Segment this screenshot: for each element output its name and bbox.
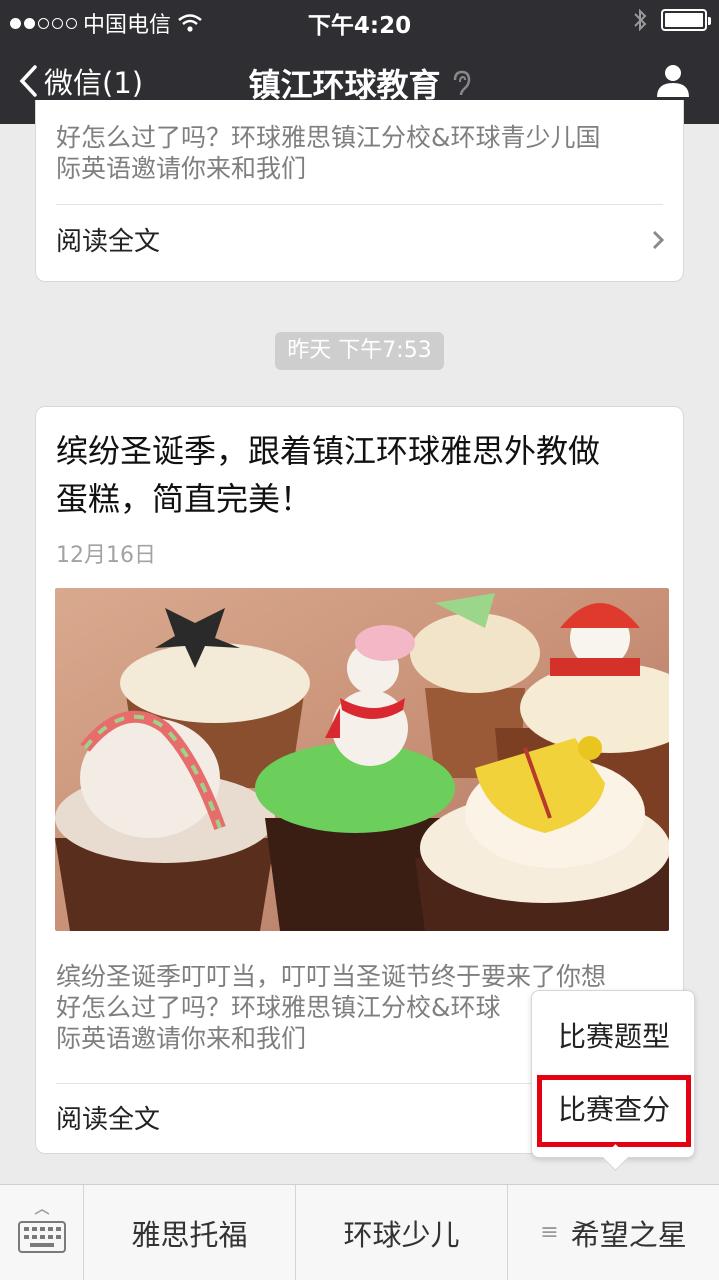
page-title-text: 镇江环球教育 — [248, 66, 441, 104]
menu-button-star-of-hope[interactable]: ≡ 希望之星 — [508, 1185, 719, 1280]
read-more-label: 阅读全文 — [56, 227, 161, 257]
read-more-label: 阅读全文 — [56, 1105, 161, 1135]
message-timestamp: 昨天 下午7:53 — [275, 332, 444, 370]
menu-button-ielts-toefl[interactable]: 雅思托福 — [84, 1185, 296, 1280]
menu-button-label: 希望之星 — [570, 1217, 687, 1252]
keyboard-icon — [17, 1208, 66, 1253]
article-title-line: 缤纷圣诞季，跟着镇江环球雅思外教做 — [56, 432, 601, 470]
menu-button-label: 雅思托福 — [131, 1217, 248, 1252]
article-date: 12月16日 — [56, 543, 156, 568]
excerpt-line: 好怎么过了吗？环球雅思镇江分校&环球青少儿国 — [56, 123, 601, 152]
status-bar: 中国电信 下午4:20 — [0, 0, 719, 40]
keyboard-toggle-button[interactable] — [0, 1185, 84, 1280]
submenu-item-contest-scores[interactable]: 比赛查分 — [537, 1075, 691, 1147]
status-time: 下午4:20 — [307, 13, 412, 39]
menu-button-label: 环球少儿 — [343, 1217, 460, 1252]
menu-button-global-kids[interactable]: 环球少儿 — [296, 1185, 508, 1280]
previous-article-card[interactable]: 好怎么过了吗？环球雅思镇江分校&环球青少儿国 际英语邀请你来和我们 阅读全文 — [35, 100, 684, 282]
bluetooth-icon — [634, 8, 647, 32]
submenu-item-contest-types[interactable]: 比赛题型 — [532, 1015, 696, 1055]
article-title-line: 蛋糕，简直完美！ — [56, 480, 313, 518]
article-title: 缤纷圣诞季，跟着镇江环球雅思外教做 蛋糕，简直完美！ — [36, 407, 683, 523]
bottom-menu-bar: 雅思托福 环球少儿 ≡ 希望之星 — [0, 1184, 719, 1280]
battery-icon — [661, 9, 711, 31]
chevron-right-icon — [652, 230, 665, 250]
read-more-link[interactable]: 阅读全文 — [36, 205, 683, 274]
submenu-popup: 比赛题型 比赛查分 — [531, 990, 695, 1158]
profile-button[interactable] — [655, 62, 691, 102]
excerpt-line: 际英语邀请你来和我们 — [56, 154, 307, 183]
excerpt-line: 缤纷圣诞季叮叮当，叮叮当圣诞节终于要来了你想 — [56, 962, 607, 991]
person-icon — [657, 65, 689, 97]
article-cover-image[interactable] — [55, 588, 669, 931]
submenu-lines-icon: ≡ — [540, 1220, 559, 1245]
previous-article-excerpt: 好怎么过了吗？环球雅思镇江分校&环球青少儿国 际英语邀请你来和我们 — [36, 100, 683, 184]
